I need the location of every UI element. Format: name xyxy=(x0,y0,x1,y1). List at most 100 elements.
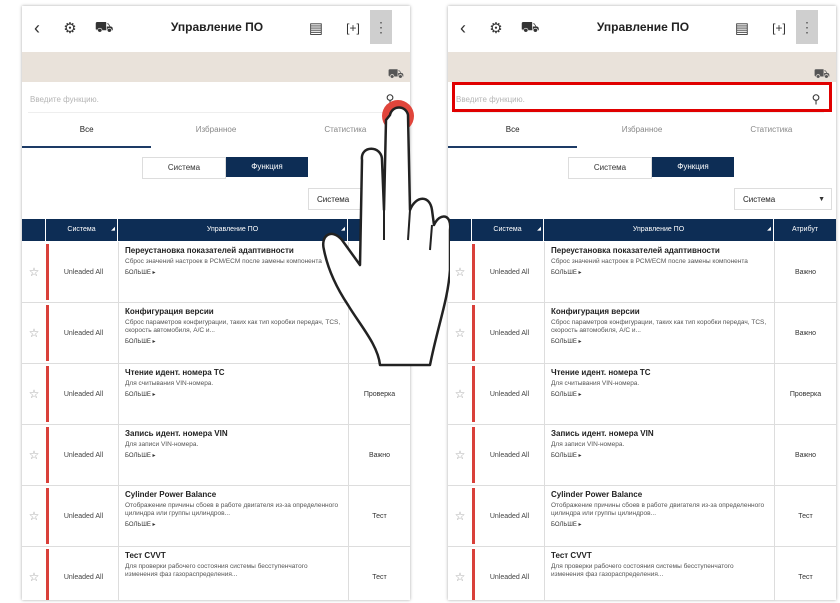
table-row[interactable]: ☆ Unleaded All Cylinder Power Balance Отобр… xyxy=(22,486,410,547)
row-description: Сброс параметров конфигурации, таких как… xyxy=(551,319,767,334)
header-system[interactable]: Система ◢ xyxy=(472,219,544,241)
more-link[interactable]: БОЛЬШЕ ▸ xyxy=(125,338,342,345)
tab-favorites[interactable]: Избранное xyxy=(577,120,706,148)
row-description: Для проверки рабочего состояния системы … xyxy=(551,563,734,578)
more-link[interactable]: БОЛЬШЕ ▸ xyxy=(551,338,768,345)
row-mgmt: Запись идент. номера VIN Для записи VIN-н… xyxy=(118,425,348,485)
row-attribute: Важно xyxy=(774,242,836,302)
table-row[interactable]: ☆ Unleaded All Cylinder Power Balance Отобр… xyxy=(448,486,836,547)
star-icon[interactable]: ☆ xyxy=(448,242,472,302)
segment-control: Система Функция xyxy=(142,157,308,179)
more-link[interactable]: БОЛЬШЕ ▸ xyxy=(551,391,768,398)
tab-statistics[interactable]: Статистика xyxy=(707,120,836,148)
more-link[interactable]: БОЛЬШЕ ▸ xyxy=(551,452,768,459)
document-icon[interactable]: ▤ xyxy=(730,18,754,38)
tab-favorites[interactable]: Избранное xyxy=(151,120,280,148)
document-icon[interactable]: ▤ xyxy=(304,18,328,38)
search-highlight-box xyxy=(452,82,832,112)
car-icon[interactable]: ⛟ xyxy=(518,18,542,38)
capture-icon[interactable]: [+] xyxy=(768,18,790,38)
gear-icon[interactable]: ⚙ xyxy=(58,18,82,38)
car-icon[interactable]: ⛟ xyxy=(388,66,404,84)
row-title: Чтение идент. номера ТС xyxy=(551,368,651,377)
row-description: Сброс значений настроек в PCM/ECM после … xyxy=(125,258,322,265)
row-title: Cylinder Power Balance xyxy=(125,490,217,499)
row-system: Unleaded All xyxy=(489,573,530,581)
star-icon[interactable]: ☆ xyxy=(448,486,472,546)
row-description: Для проверки рабочего состояния системы … xyxy=(125,563,308,578)
star-icon[interactable]: ☆ xyxy=(22,425,46,485)
star-icon[interactable]: ☆ xyxy=(448,425,472,485)
row-description: Для записи VIN-номера. xyxy=(551,441,625,448)
row-attribute: Важно xyxy=(348,425,410,485)
row-title: Тест CVVT xyxy=(125,551,166,560)
row-system: Unleaded All xyxy=(63,512,104,520)
row-mgmt: Конфигурация версии Сброс параметров конф… xyxy=(118,303,348,363)
row-attribute: Тест xyxy=(774,547,836,600)
more-icon[interactable]: ⋮ xyxy=(370,10,392,44)
table-row[interactable]: ☆ Unleaded All Запись идент. номера VIN Для… xyxy=(448,425,836,486)
row-attribute: Тест xyxy=(348,486,410,546)
star-icon[interactable]: ☆ xyxy=(448,547,472,600)
segment-system[interactable]: Система xyxy=(568,157,652,179)
table-row[interactable]: ☆ Unleaded All Запись идент. номера VIN Для… xyxy=(22,425,410,486)
chevron-down-icon: ▼ xyxy=(818,196,825,203)
segment-control: Система Функция xyxy=(568,157,734,179)
table-row[interactable]: ☆ Unleaded All Конфигурация версии Сброс па… xyxy=(448,303,836,364)
gear-icon[interactable]: ⚙ xyxy=(484,18,508,38)
segment-function[interactable]: Функция xyxy=(652,157,734,177)
more-link[interactable]: БОЛЬШЕ ▸ xyxy=(125,452,342,459)
row-mgmt: Cylinder Power Balance Отображение причин… xyxy=(118,486,348,546)
table-row[interactable]: ☆ Unleaded All Тест CVVT Для проверки рабоч… xyxy=(448,547,836,600)
header-mgmt[interactable]: Управление ПО ◢ xyxy=(118,219,348,241)
header-star-col xyxy=(22,219,46,241)
star-icon[interactable]: ☆ xyxy=(22,242,46,302)
star-icon[interactable]: ☆ xyxy=(22,303,46,363)
page-title: Управление ПО xyxy=(596,20,690,34)
back-icon[interactable]: ‹ xyxy=(456,18,470,38)
row-description: Сброс значений настроек в PCM/ECM после … xyxy=(551,258,748,265)
star-icon[interactable]: ☆ xyxy=(448,303,472,363)
more-link[interactable]: БОЛЬШЕ ▸ xyxy=(551,269,768,276)
star-icon[interactable]: ☆ xyxy=(448,364,472,424)
header-system[interactable]: Система ◢ xyxy=(46,219,118,241)
star-icon[interactable]: ☆ xyxy=(22,364,46,424)
dropdown-value: Система xyxy=(743,195,776,204)
row-title: Запись идент. номера VIN xyxy=(125,429,228,438)
tab-all[interactable]: Все xyxy=(22,120,152,148)
system-dropdown[interactable]: Система ▼ xyxy=(734,188,832,210)
segment-system[interactable]: Система xyxy=(142,157,226,179)
table-row[interactable]: ☆ Unleaded All Чтение идент. номера ТС Для … xyxy=(448,364,836,425)
row-mgmt: Чтение идент. номера ТС Для считывания VI… xyxy=(544,364,774,424)
top-bar: ‹ ⚙ ⛟ Управление ПО ▤ [+] ⋮ xyxy=(448,6,836,50)
row-system: Unleaded All xyxy=(489,329,530,337)
row-system: Unleaded All xyxy=(63,268,104,276)
star-icon[interactable]: ☆ xyxy=(22,547,46,600)
row-title: Конфигурация версии xyxy=(551,307,640,316)
row-mgmt: Переустановка показателей адаптивности Сб… xyxy=(544,242,774,302)
back-icon[interactable]: ‹ xyxy=(30,18,44,38)
table-header: Система◢ Управление ПО◢ Атрибут xyxy=(448,219,836,241)
tab-all[interactable]: Все xyxy=(448,120,578,148)
more-link[interactable]: БОЛЬШЕ ▸ xyxy=(125,269,342,276)
table-row[interactable]: ☆ Unleaded All Переустановка показателей а… xyxy=(448,242,836,303)
row-description: Сброс параметров конфигурации, таких как… xyxy=(125,319,341,334)
more-link[interactable]: БОЛЬШЕ ▸ xyxy=(125,521,342,528)
star-icon[interactable]: ☆ xyxy=(22,486,46,546)
header-star-col xyxy=(448,219,472,241)
row-mgmt: Cylinder Power Balance Отображение причин… xyxy=(544,486,774,546)
header-mgmt[interactable]: Управление ПО ◢ xyxy=(544,219,774,241)
more-link[interactable]: БОЛЬШЕ ▸ xyxy=(551,521,768,528)
car-icon[interactable]: ⛟ xyxy=(92,18,116,38)
row-system: Unleaded All xyxy=(489,268,530,276)
capture-icon[interactable]: [+] xyxy=(342,18,364,38)
right-screen: ‹ ⚙ ⛟ Управление ПО ▤ [+] ⋮ ⛟ ⚲ Все Избр… xyxy=(448,6,836,600)
vin-bar xyxy=(448,52,836,82)
row-attribute: Тест xyxy=(348,547,410,600)
row-system: Unleaded All xyxy=(63,329,104,337)
segment-function[interactable]: Функция xyxy=(226,157,308,177)
header-attr[interactable]: Атрибут xyxy=(774,219,836,241)
more-icon[interactable]: ⋮ xyxy=(796,10,818,44)
more-link[interactable]: БОЛЬШЕ ▸ xyxy=(125,391,342,398)
table-row[interactable]: ☆ Unleaded All Тест CVVT Для проверки рабоч… xyxy=(22,547,410,600)
